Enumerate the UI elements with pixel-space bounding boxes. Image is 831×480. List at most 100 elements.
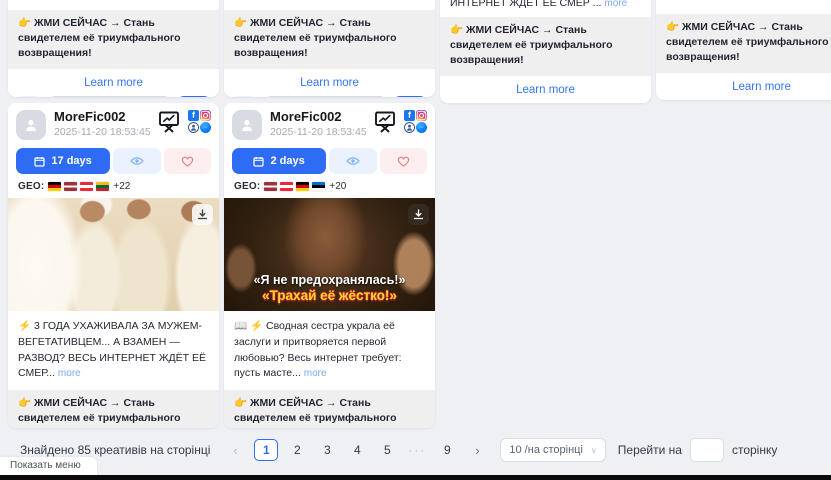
favorite-heart-button[interactable]	[164, 148, 211, 174]
creative-card: MoreFic002 2025-11-20 18:53:45 f	[224, 103, 435, 428]
flag-at-icon	[80, 182, 93, 191]
favorite-heart-button[interactable]	[380, 148, 427, 174]
ad-description: 📖 ⚡ Сводная сестра украла её заслуги и п…	[224, 311, 435, 386]
learn-more-link[interactable]: Learn more	[440, 84, 651, 96]
days-active-button[interactable]: 17 days	[16, 148, 110, 174]
teaser-text: ИНТЕРНЕТ ЖДЁТ ЕЁ СМЕР ...	[450, 0, 601, 9]
geo-row: GEO: +22	[8, 174, 219, 198]
avatar	[16, 110, 46, 140]
url-input[interactable]	[264, 96, 387, 97]
goto-prefix: Перейти на	[618, 443, 682, 457]
show-menu-button[interactable]: Показать меню	[0, 457, 97, 475]
creative-date: 2025-11-20 18:53:45	[54, 126, 157, 138]
audience-network-icon	[404, 122, 415, 133]
pagination-bar: Знайдено 85 креативів на сторінці ‹ 1 2 …	[20, 438, 777, 462]
search-icon[interactable]	[16, 96, 42, 97]
geo-more-count[interactable]: +20	[329, 181, 346, 192]
geo-label: GEO:	[234, 181, 260, 192]
geo-row: GEO: +20	[224, 174, 435, 198]
header-icons: f	[373, 110, 427, 133]
card-actions: 17 days	[8, 140, 219, 174]
card-actions: 2 days	[224, 140, 435, 174]
url-row	[224, 96, 435, 97]
results-count: Знайдено 85 креативів на сторінці	[20, 443, 210, 457]
more-link[interactable]: more	[304, 368, 327, 379]
avatar	[232, 110, 262, 140]
more-link[interactable]: more	[604, 0, 627, 9]
creative-image[interactable]: «Я не предохранялась!» «Трахай её жёстко…	[224, 198, 435, 311]
cta-box: 👉 ЖМИ СЕЙЧАС → Стань свидетелем её триум…	[8, 10, 219, 69]
page-9[interactable]: 9	[436, 439, 458, 461]
download-image-icon[interactable]	[408, 204, 429, 225]
goto-page: Перейти на сторінку	[618, 438, 778, 462]
flag-ee-icon	[312, 182, 325, 191]
creative-image[interactable]	[8, 198, 219, 311]
page-5[interactable]: 5	[376, 439, 398, 461]
audience-network-icon	[188, 122, 199, 133]
download-image-icon[interactable]	[192, 204, 213, 225]
overlay-line-1: «Я не предохранялась!»	[224, 273, 435, 289]
description-text: ⚡ 3 ГОДА УХАЖИВАЛА ЗА МУЖЕМ-ВЕГЕТАТИВЦЕМ…	[18, 320, 206, 379]
ad-description: ⚡ 3 ГОДА УХАЖИВАЛА ЗА МУЖЕМ-ВЕГЕТАТИВЦЕМ…	[8, 311, 219, 386]
more-link[interactable]: more	[58, 368, 81, 379]
page-2[interactable]: 2	[286, 439, 308, 461]
facebook-icon: f	[404, 110, 415, 121]
geo-flags	[48, 182, 109, 191]
image-overlay-text: «Я не предохранялась!» «Трахай её жёстко…	[224, 273, 435, 306]
cta-box: 👉 ЖМИ СЕЙЧАС → Стань свидетелем её триум…	[224, 10, 435, 69]
overlay-line-2: «Трахай её жёстко!»	[224, 288, 435, 305]
advertiser-info: MoreFic002 2025-11-20 18:53:45	[270, 110, 373, 138]
cta-box: 👉 ЖМИ СЕЙЧАС → Стань свидетелем её триум…	[656, 14, 831, 73]
placement-icons: f	[188, 110, 211, 133]
geo-label: GEO:	[18, 181, 44, 192]
cta-headline: 👉 ЖМИ СЕЙЧАС → Стань свидетелем её триум…	[234, 397, 397, 428]
pages-ellipsis[interactable]: ···	[406, 439, 428, 461]
page-size-select[interactable]: 10 /на сторінці ∨	[500, 438, 605, 462]
messenger-icon	[416, 122, 427, 133]
placement-icons: f	[404, 110, 427, 133]
next-page-icon[interactable]: ›	[466, 439, 488, 461]
page-1[interactable]: 1	[254, 439, 278, 461]
learn-more-link[interactable]: Learn more	[656, 81, 831, 93]
advertiser-info: MoreFic002 2025-11-20 18:53:45	[54, 110, 157, 138]
flag-de-icon	[296, 182, 309, 191]
creative-card-partial-4: 👉 ЖМИ СЕЙЧАС → Стань свидетелем её триум…	[656, 0, 831, 100]
presentation-chart-icon[interactable]	[373, 110, 397, 133]
flag-lv-icon	[64, 182, 77, 191]
days-active-button[interactable]: 2 days	[232, 148, 326, 174]
url-input[interactable]	[48, 96, 171, 97]
advertiser-name[interactable]: MoreFic002	[54, 110, 157, 125]
creative-card-partial-2: 👉 ЖМИ СЕЙЧАС → Стань свидетелем её триум…	[224, 0, 435, 97]
page-4[interactable]: 4	[346, 439, 368, 461]
creative-card: MoreFic002 2025-11-20 18:53:45 f	[8, 103, 219, 428]
prev-page-icon[interactable]: ‹	[224, 439, 246, 461]
geo-more-count[interactable]: +22	[113, 181, 130, 192]
page-3[interactable]: 3	[316, 439, 338, 461]
bottom-bar	[0, 475, 831, 480]
url-row	[8, 96, 219, 97]
cta-box: 👉 ЖМИ СЕЙЧАС → Стань свидетелем её триум…	[8, 390, 219, 428]
chevron-down-icon: ∨	[591, 446, 597, 455]
cta-box: 👉 ЖМИ СЕЙЧАС → Стань свидетелем её триум…	[440, 17, 651, 76]
open-url-button[interactable]	[177, 96, 211, 97]
advertiser-name[interactable]: MoreFic002	[270, 110, 373, 125]
cta-headline: 👉 ЖМИ СЕЙЧАС → Стань свидетелем её триум…	[450, 24, 613, 66]
cta-headline: 👉 ЖМИ СЕЙЧАС → Стань свидетелем её триум…	[666, 21, 829, 63]
facebook-icon: f	[188, 110, 199, 121]
flag-de-icon	[48, 182, 61, 191]
search-icon[interactable]	[232, 96, 258, 97]
page-size-value: 10 /на сторінці	[509, 444, 583, 456]
learn-more-link[interactable]: Learn more	[8, 77, 219, 89]
flag-lv-icon	[264, 182, 277, 191]
cta-headline: 👉 ЖМИ СЕЙЧАС → Стань свидетелем её триум…	[18, 397, 181, 428]
card-header: MoreFic002 2025-11-20 18:53:45 f	[224, 103, 435, 140]
presentation-chart-icon[interactable]	[157, 110, 181, 133]
geo-flags	[264, 182, 325, 191]
card-header: MoreFic002 2025-11-20 18:53:45 f	[8, 103, 219, 140]
preview-eye-button[interactable]	[329, 148, 376, 174]
creative-card-partial-1: 👉 ЖМИ СЕЙЧАС → Стань свидетелем её триум…	[8, 0, 219, 97]
open-url-button[interactable]	[393, 96, 427, 97]
goto-page-input[interactable]	[690, 438, 724, 462]
learn-more-link[interactable]: Learn more	[224, 77, 435, 89]
preview-eye-button[interactable]	[113, 148, 160, 174]
